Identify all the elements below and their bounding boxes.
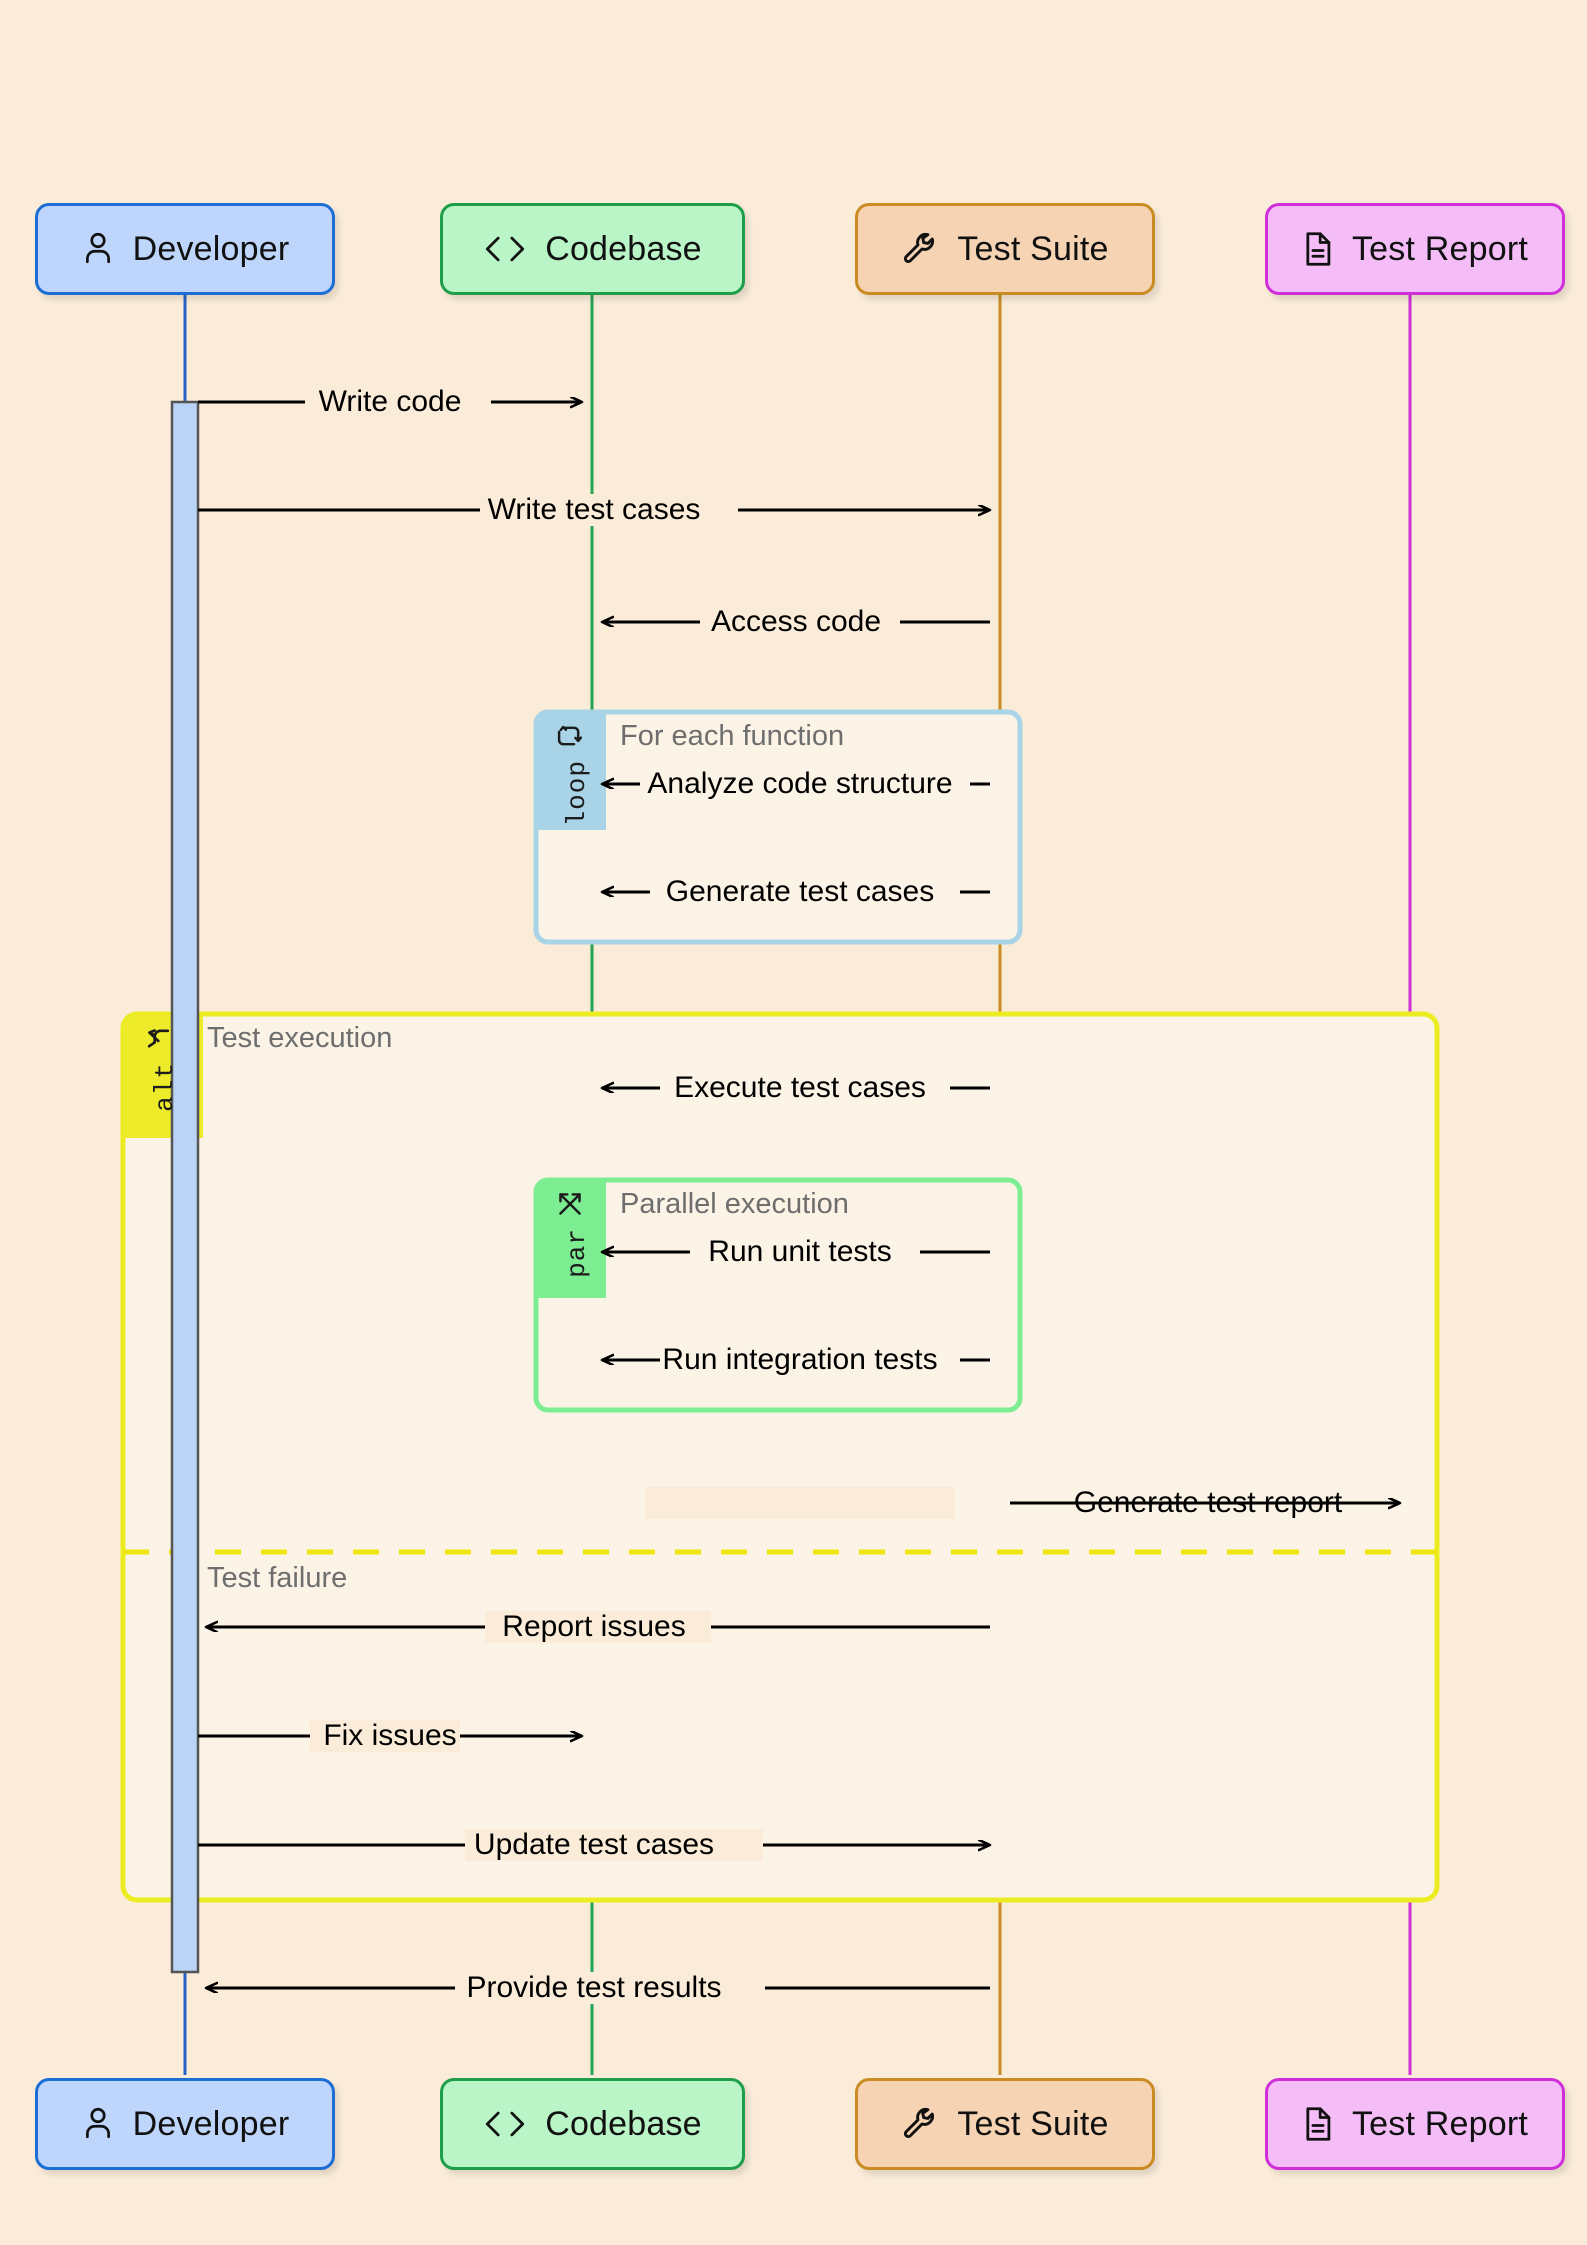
message-label-write-test-cases: Write test cases — [487, 493, 701, 526]
document-icon — [1302, 2105, 1334, 2143]
participant-label: Test Report — [1351, 229, 1529, 268]
user-icon — [81, 2105, 115, 2143]
message-label-run-integration-tests: Run integration tests — [662, 1343, 938, 1376]
message-label-run-unit-tests: Run unit tests — [708, 1235, 892, 1268]
par-fragment-tag: par — [562, 1228, 592, 1278]
message-label-execute-test-cases: Execute test cases — [674, 1071, 926, 1104]
activation-bar-developer — [170, 400, 200, 1974]
loop-fragment-title: For each function — [620, 720, 845, 752]
participant-label: Codebase — [545, 229, 702, 268]
message-label-provide-test-results: Provide test results — [466, 1971, 722, 2004]
participant-label: Test Suite — [957, 229, 1109, 268]
parallel-arrows-icon — [552, 1186, 588, 1222]
alt-fragment-title: Test execution — [207, 1022, 393, 1054]
wrench-icon — [901, 2105, 939, 2143]
message-label-update-test-cases: Update test cases — [473, 1828, 715, 1861]
participant-box-codebase-top[interactable]: Codebase — [440, 203, 745, 295]
alt-fragment-shape — [120, 1011, 1440, 1903]
participant-box-testsuite-top[interactable]: Test Suite — [855, 203, 1155, 295]
document-icon — [1302, 230, 1334, 268]
message-label-access-code: Access code — [710, 605, 882, 638]
message-label-write-code: Write code — [318, 385, 462, 418]
loop-fragment-tag: loop — [562, 760, 592, 827]
alt-fragment-tag: alt — [150, 1062, 180, 1112]
participant-box-codebase-bottom[interactable]: Codebase — [440, 2078, 745, 2170]
message-label-fix-issues: Fix issues — [323, 1719, 457, 1752]
participant-box-testsuite-bottom[interactable]: Test Suite — [855, 2078, 1155, 2170]
participant-label: Codebase — [545, 2104, 702, 2143]
participant-label: Developer — [132, 2104, 290, 2143]
wrench-icon — [901, 230, 939, 268]
code-brackets-icon — [483, 2109, 527, 2139]
loop-arrows-icon — [552, 718, 588, 754]
participant-box-testreport-bottom[interactable]: Test Report — [1265, 2078, 1565, 2170]
alt-fragment-else-title: Test failure — [207, 1562, 348, 1594]
message-label-generate-test-cases: Generate test cases — [665, 875, 935, 908]
message-label-report-issues: Report issues — [502, 1610, 686, 1643]
code-brackets-icon — [483, 234, 527, 264]
participant-box-developer-bottom[interactable]: Developer — [35, 2078, 335, 2170]
branch-arrow-icon — [140, 1022, 178, 1060]
participant-label: Developer — [132, 229, 290, 268]
message-label-analyze-code-structure: Analyze code structure — [647, 767, 953, 800]
diagram-geometry-layer — [120, 225, 1440, 2075]
participant-label: Test Suite — [957, 2104, 1109, 2143]
user-icon — [81, 230, 115, 268]
par-fragment-title: Parallel execution — [620, 1188, 849, 1220]
participant-box-testreport-top[interactable]: Test Report — [1265, 203, 1565, 295]
sequence-diagram-canvas: Developer Codebase Test Suite Test Repor… — [0, 0, 1587, 2245]
message-label-generate-test-report: Generate test report — [1073, 1486, 1343, 1519]
participant-box-developer-top[interactable]: Developer — [35, 203, 335, 295]
participant-label: Test Report — [1351, 2104, 1529, 2143]
